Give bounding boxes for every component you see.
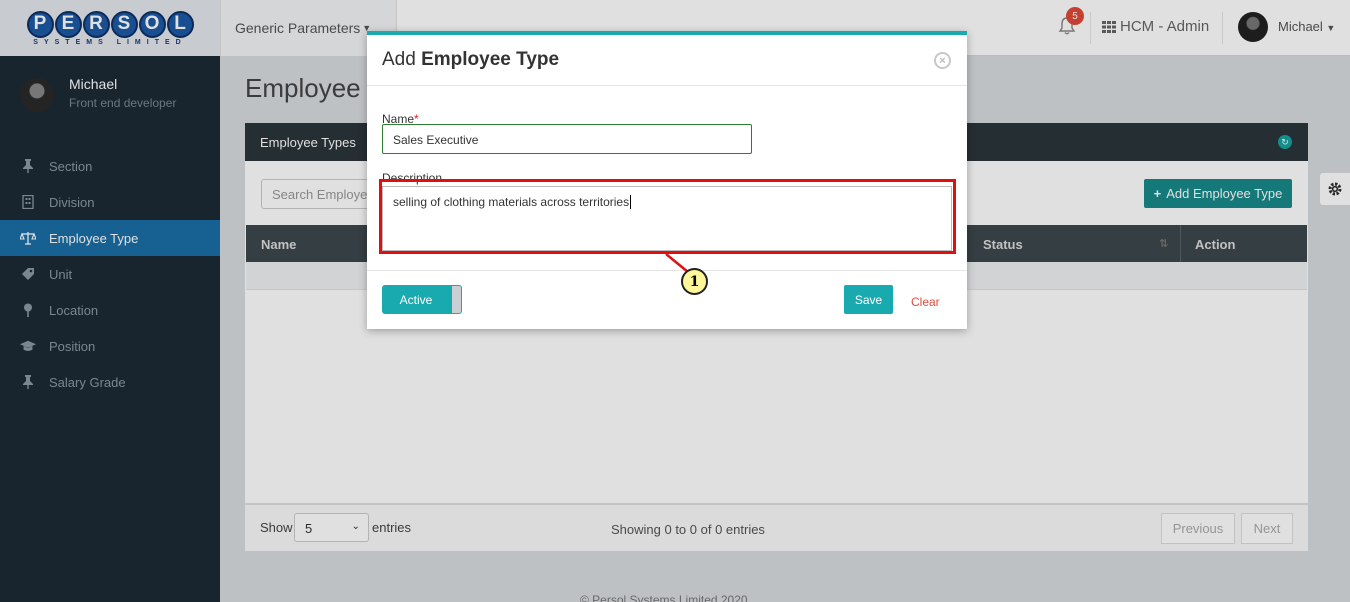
toggle-label: Active [399,292,433,307]
modal-title: Add Employee Type [382,49,560,70]
toggle-knob [452,286,461,313]
save-button[interactable]: Save [844,285,893,314]
name-input[interactable]: Sales Executive [382,124,752,154]
add-employee-type-modal: Add Employee Type × Name* Sales Executiv… [367,31,967,329]
clear-button[interactable]: Clear [911,295,940,309]
active-toggle[interactable]: Active [382,285,462,314]
divider [367,85,967,86]
description-textarea[interactable]: selling of clothing materials across ter… [382,186,952,251]
description-label: Description [382,171,443,185]
text-cursor [630,195,632,209]
close-icon[interactable]: × [934,52,951,69]
divider [367,270,967,271]
annotation-step-marker: 1 [681,268,708,295]
